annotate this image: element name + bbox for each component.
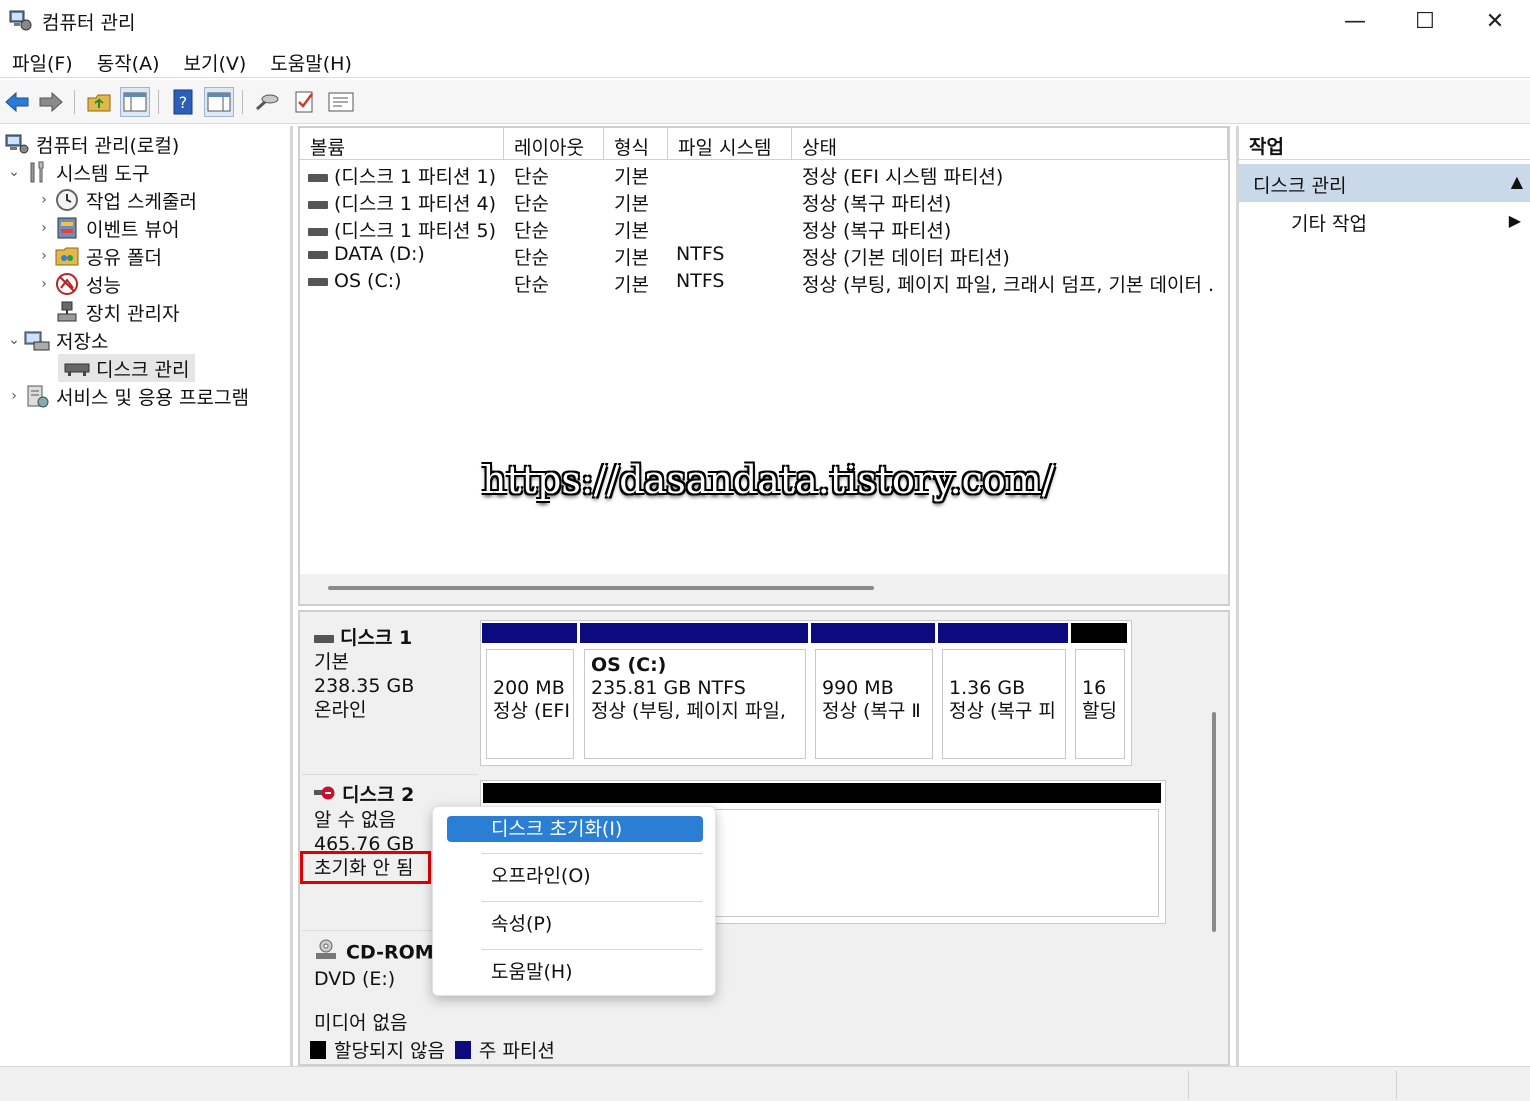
column-status[interactable]: 상태 (792, 128, 1228, 160)
checklist-icon[interactable] (290, 87, 320, 117)
chevron-right-icon[interactable]: › (4, 388, 24, 404)
legend-swatch-primary (454, 1040, 471, 1059)
tree-item-disk-management[interactable]: 디스크 관리 (58, 354, 196, 382)
drive-icon (308, 173, 328, 182)
services-icon (24, 384, 50, 408)
actions-pane: 작업 디스크 관리 ▲ 기타 작업 ▶ (1236, 126, 1530, 1066)
menu-item-help[interactable]: 도움말(H) (447, 959, 703, 985)
menu-file[interactable]: 파일(F) (0, 44, 85, 77)
chevron-right-icon[interactable]: › (34, 276, 54, 292)
maximize-button[interactable]: ☐ (1390, 0, 1460, 42)
chevron-down-icon[interactable]: ⌄ (4, 164, 24, 180)
tree-item-services-applications[interactable]: › 서비스 및 응용 프로그램 (4, 382, 249, 410)
status-bar (0, 1066, 1530, 1101)
clock-icon (54, 188, 80, 212)
tree-item-computer-management[interactable]: 컴퓨터 관리(로컬) (4, 130, 179, 158)
forward-arrow-icon[interactable] (36, 87, 66, 117)
partition-recovery-1[interactable]: 990 MB 정상 (복구 Ⅱ (815, 649, 933, 759)
cdrom-icon (314, 939, 340, 967)
table-row[interactable]: DATA (D:) 단순 기본 NTFS 정상 (기본 데이터 파티션) (300, 241, 1228, 269)
partition-unallocated[interactable]: 16 할딩 (1075, 649, 1125, 759)
actions-header: 작업 (1239, 126, 1530, 160)
vertical-scrollbar-thumb[interactable] (1212, 712, 1216, 932)
chevron-right-icon[interactable]: › (34, 220, 54, 236)
up-folder-icon[interactable] (84, 87, 114, 117)
actions-section-disk-management[interactable]: 디스크 관리 ▲ (1239, 164, 1530, 202)
tools-icon (24, 160, 50, 184)
menu-view[interactable]: 보기(V) (172, 44, 259, 77)
disk-error-icon (314, 784, 336, 808)
legend-swatch-unallocated (310, 1040, 326, 1059)
menu-bar: 파일(F) 동작(A) 보기(V) 도움말(H) (0, 44, 1530, 78)
drive-icon (308, 200, 328, 209)
device-manager-icon (54, 300, 80, 324)
chevron-right-icon[interactable]: › (34, 192, 54, 208)
actions-item-more-actions[interactable]: 기타 작업 ▶ (1239, 206, 1530, 238)
back-arrow-icon[interactable] (2, 87, 32, 117)
column-type[interactable]: 형식 (604, 128, 668, 160)
menu-item-properties[interactable]: 속성(P) (447, 911, 703, 937)
storage-icon (24, 328, 50, 352)
menu-action[interactable]: 동작(A) (85, 44, 172, 77)
disk-icon (314, 634, 334, 643)
drive-icon (308, 277, 328, 286)
minimize-button[interactable]: — (1320, 0, 1390, 42)
svg-text:?: ? (179, 93, 188, 112)
shared-folder-icon (54, 244, 80, 268)
close-button[interactable]: ✕ (1460, 0, 1530, 42)
performance-icon (54, 272, 80, 296)
partition-os-c[interactable]: OS (C:) 235.81 GB NTFS 정상 (부팅, 페이지 파일, (584, 649, 806, 759)
chevron-right-icon[interactable]: › (34, 248, 54, 264)
context-menu: 디스크 초기화(I) 오프라인(O) 속성(P) 도움말(H) (432, 806, 716, 996)
help-icon[interactable]: ? (168, 87, 198, 117)
connect-icon[interactable] (252, 87, 282, 117)
menu-item-initialize-disk[interactable]: 디스크 초기화(I) (447, 816, 703, 842)
show-hide-action-pane-icon[interactable] (204, 87, 234, 117)
drive-icon (308, 227, 328, 236)
tree-item-shared-folders[interactable]: › 공유 폴더 (34, 242, 162, 270)
watermark: https://dasandata.tistory.com/ (482, 458, 1055, 502)
tree-item-event-viewer[interactable]: › 이벤트 뷰어 (34, 214, 179, 242)
disk1-info[interactable]: 디스크 1 기본 238.35 GB 온라인 (302, 620, 478, 762)
table-row[interactable]: (디스크 1 파티션 1) 단순 기본 정상 (EFI 시스템 파티션) (300, 160, 1228, 188)
column-volume[interactable]: 볼륨 (300, 128, 504, 160)
console-tree: 컴퓨터 관리(로컬) ⌄ 시스템 도구 › 작업 스케줄러 › 이벤트 뷰어 ›… (0, 126, 293, 1066)
tree-item-system-tools[interactable]: ⌄ 시스템 도구 (4, 158, 149, 186)
scrollbar-thumb[interactable] (328, 586, 874, 590)
computer-management-icon (4, 132, 30, 156)
volume-list: 볼륨 레이아웃 형식 파일 시스템 상태 (디스크 1 파티션 1) 단순 기본… (298, 126, 1230, 606)
computer-management-icon (8, 8, 32, 32)
column-layout[interactable]: 레이아웃 (504, 128, 604, 160)
collapse-triangle-icon[interactable]: ▲ (1511, 172, 1523, 191)
tree-item-device-manager[interactable]: 장치 관리자 (54, 298, 179, 326)
menu-item-offline[interactable]: 오프라인(O) (447, 863, 703, 889)
disk-management-icon (64, 356, 90, 380)
table-row[interactable]: (디스크 1 파티션 4) 단순 기본 정상 (복구 파티션) (300, 187, 1228, 215)
event-viewer-icon (54, 216, 80, 240)
toolbar: ? (0, 80, 1530, 124)
disk1-partitions: 200 MB 정상 (EFI OS (C:) 235.81 GB NTFS 정상… (480, 620, 1132, 766)
window-title: 컴퓨터 관리 (42, 12, 136, 34)
show-hide-console-tree-icon[interactable] (120, 87, 150, 117)
submenu-arrow-icon: ▶ (1508, 211, 1521, 230)
drive-icon (308, 250, 328, 259)
partition-efi[interactable]: 200 MB 정상 (EFI (486, 649, 574, 759)
table-row[interactable]: (디스크 1 파티션 5) 단순 기본 정상 (복구 파티션) (300, 214, 1228, 242)
tree-item-performance[interactable]: › 성능 (34, 270, 121, 298)
properties-list-icon[interactable] (326, 87, 356, 117)
horizontal-scrollbar[interactable] (300, 574, 1228, 604)
title-bar: 컴퓨터 관리 — ☐ ✕ (0, 0, 1530, 42)
legend: 할당되지 않음 주 파티션 (310, 1036, 555, 1063)
tree-item-task-scheduler[interactable]: › 작업 스케줄러 (34, 186, 197, 214)
menu-help[interactable]: 도움말(H) (258, 44, 364, 77)
partition-recovery-2[interactable]: 1.36 GB 정상 (복구 피 (942, 649, 1066, 759)
chevron-down-icon[interactable]: ⌄ (4, 332, 24, 348)
table-row[interactable]: OS (C:) 단순 기본 NTFS 정상 (부팅, 페이지 파일, 크래시 덤… (300, 268, 1228, 296)
column-file-system[interactable]: 파일 시스템 (668, 128, 792, 160)
highlight-box (300, 851, 431, 884)
tree-item-storage[interactable]: ⌄ 저장소 (4, 326, 108, 354)
